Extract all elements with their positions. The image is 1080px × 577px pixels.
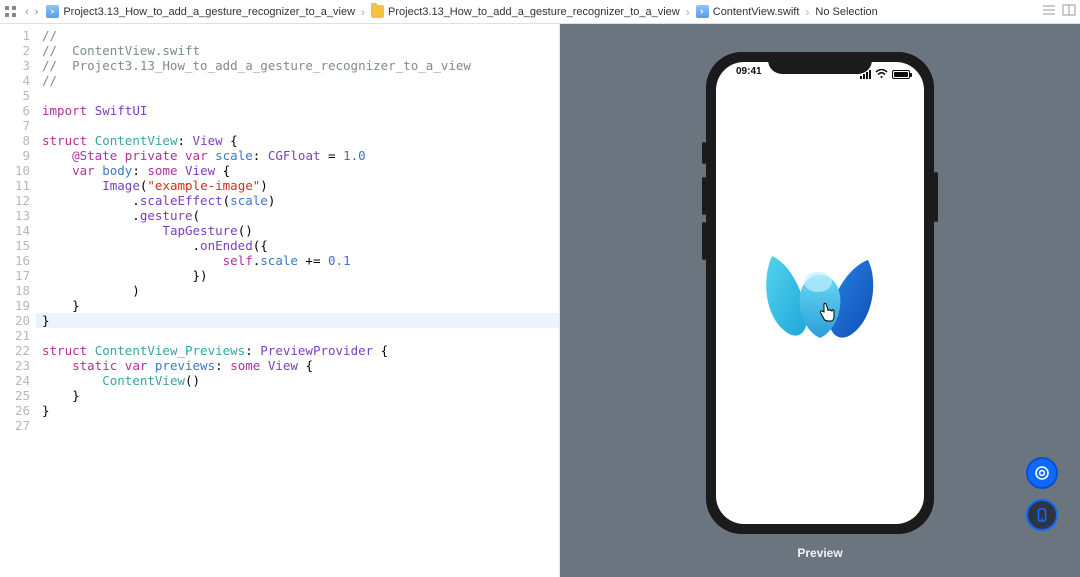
code-line[interactable]: // ContentView.swift (42, 43, 559, 58)
code-line[interactable]: } (42, 403, 559, 418)
code-line[interactable]: } (42, 298, 559, 313)
split-editor-icon[interactable] (1062, 4, 1076, 19)
code-area[interactable]: //// ContentView.swift// Project3.13_How… (36, 24, 559, 577)
code-line[interactable]: Image("example-image") (42, 178, 559, 193)
code-line[interactable] (42, 118, 559, 133)
code-line[interactable]: } (42, 388, 559, 403)
code-line[interactable]: // (42, 28, 559, 43)
code-line[interactable] (42, 328, 559, 343)
code-line[interactable]: // Project3.13_How_to_add_a_gesture_reco… (42, 58, 559, 73)
code-line[interactable] (42, 418, 559, 433)
folder-icon (371, 5, 384, 18)
code-line[interactable]: .gesture( (42, 208, 559, 223)
preview-controls (1026, 457, 1058, 531)
breadcrumb-label: No Selection (815, 6, 877, 18)
pointer-cursor-icon (818, 302, 836, 322)
code-line[interactable]: self.scale += 0.1 (42, 253, 559, 268)
code-line[interactable]: } (36, 313, 560, 328)
breadcrumb-label: Project3.13_How_to_add_a_gesture_recogni… (63, 6, 355, 18)
code-line[interactable]: var body: some View { (42, 163, 559, 178)
line-gutter: 1234567891011121314151617181920212223242… (0, 24, 36, 577)
code-line[interactable]: static var previews: some View { (42, 358, 559, 373)
code-line[interactable]: TapGesture() (42, 223, 559, 238)
code-line[interactable]: struct ContentView_Previews: PreviewProv… (42, 343, 559, 358)
workspace: 1234567891011121314151617181920212223242… (0, 24, 1080, 577)
nav-forward-button[interactable]: › (35, 6, 39, 18)
battery-icon (892, 70, 910, 79)
device-screen[interactable]: 09:41 (716, 62, 924, 524)
code-line[interactable]: ) (42, 283, 559, 298)
nav-back-button[interactable]: ‹ (25, 6, 29, 18)
preview-on-device-button[interactable] (1026, 499, 1058, 531)
breadcrumb-bar: ‹ › Project3.13_How_to_add_a_gesture_rec… (0, 0, 1080, 24)
example-image[interactable] (759, 238, 881, 348)
breadcrumb-item-file[interactable]: ContentView.swift (696, 5, 800, 18)
chevron-right-icon: › (359, 6, 367, 18)
device-preview: 09:41 (706, 52, 934, 534)
code-line[interactable]: ContentView() (42, 373, 559, 388)
swift-file-icon (696, 5, 709, 18)
breadcrumb-label: Project3.13_How_to_add_a_gesture_recogni… (388, 6, 680, 18)
code-editor[interactable]: 1234567891011121314151617181920212223242… (0, 24, 560, 577)
chevron-right-icon: › (803, 6, 811, 18)
iphone-frame: 09:41 (706, 52, 934, 534)
related-items-icon[interactable] (4, 5, 17, 18)
swift-file-icon (46, 5, 59, 18)
preview-label: Preview (797, 546, 842, 560)
status-time: 09:41 (730, 66, 762, 82)
breadcrumb-item-project[interactable]: Project3.13_How_to_add_a_gesture_recogni… (46, 5, 355, 18)
breadcrumb-item-folder[interactable]: Project3.13_How_to_add_a_gesture_recogni… (371, 5, 680, 18)
code-line[interactable]: struct ContentView: View { (42, 133, 559, 148)
live-preview-button[interactable] (1026, 457, 1058, 489)
code-line[interactable]: // (42, 73, 559, 88)
device-notch (768, 52, 872, 74)
preview-canvas[interactable]: 09:41 (560, 24, 1080, 577)
code-line[interactable]: @State private var scale: CGFloat = 1.0 (42, 148, 559, 163)
breadcrumb-label: ContentView.swift (713, 6, 800, 18)
code-line[interactable]: .onEnded({ (42, 238, 559, 253)
chevron-right-icon: › (684, 6, 692, 18)
code-line[interactable]: .scaleEffect(scale) (42, 193, 559, 208)
code-line[interactable]: import SwiftUI (42, 103, 559, 118)
code-line[interactable] (42, 88, 559, 103)
breadcrumb-item-selection[interactable]: No Selection (815, 6, 877, 18)
adjust-editor-icon[interactable] (1042, 4, 1056, 19)
code-line[interactable]: }) (42, 268, 559, 283)
wifi-icon (875, 69, 888, 79)
